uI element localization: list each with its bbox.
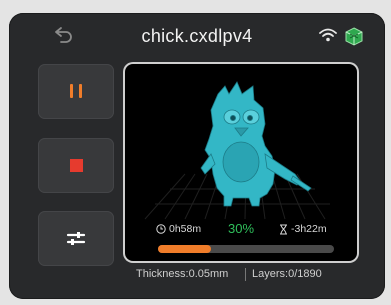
device-frame: chick.cxdlpv4 0h58m 30% -3h22m Thickness…: [0, 0, 391, 305]
wifi-icon: [319, 28, 337, 42]
remaining-time: -3h22m: [279, 223, 327, 235]
print-preview: 0h58m 30% -3h22m: [125, 64, 357, 261]
progress-bar: [158, 245, 334, 253]
print-info-footer: Thickness:0.05mm Layers:0/1890: [9, 265, 385, 285]
print-stats: 0h58m 30% -3h22m: [125, 221, 357, 239]
elapsed-value: 0h58m: [169, 223, 202, 235]
pause-icon: [70, 84, 82, 98]
pause-button[interactable]: [38, 64, 114, 119]
chick-model: [200, 81, 312, 207]
printer-screen: chick.cxdlpv4 0h58m 30% -3h22m Thickness…: [9, 13, 385, 299]
cube-icon: [345, 27, 363, 46]
settings-button[interactable]: [38, 211, 114, 266]
hourglass-icon: [280, 224, 287, 234]
top-bar: chick.cxdlpv4: [9, 13, 385, 59]
stop-icon: [70, 159, 83, 172]
clock-icon: [156, 224, 166, 234]
elapsed-time: 0h58m: [156, 223, 201, 235]
stop-button[interactable]: [38, 138, 114, 193]
layer-count: Layers:0/1890: [252, 268, 322, 280]
layer-thickness: Thickness:0.05mm: [136, 268, 229, 280]
progress-bar-fill: [158, 245, 211, 253]
sliders-icon: [66, 232, 86, 245]
remaining-value: -3h22m: [291, 223, 327, 235]
progress-percent: 30%: [228, 221, 255, 236]
footer-divider: [245, 268, 246, 281]
